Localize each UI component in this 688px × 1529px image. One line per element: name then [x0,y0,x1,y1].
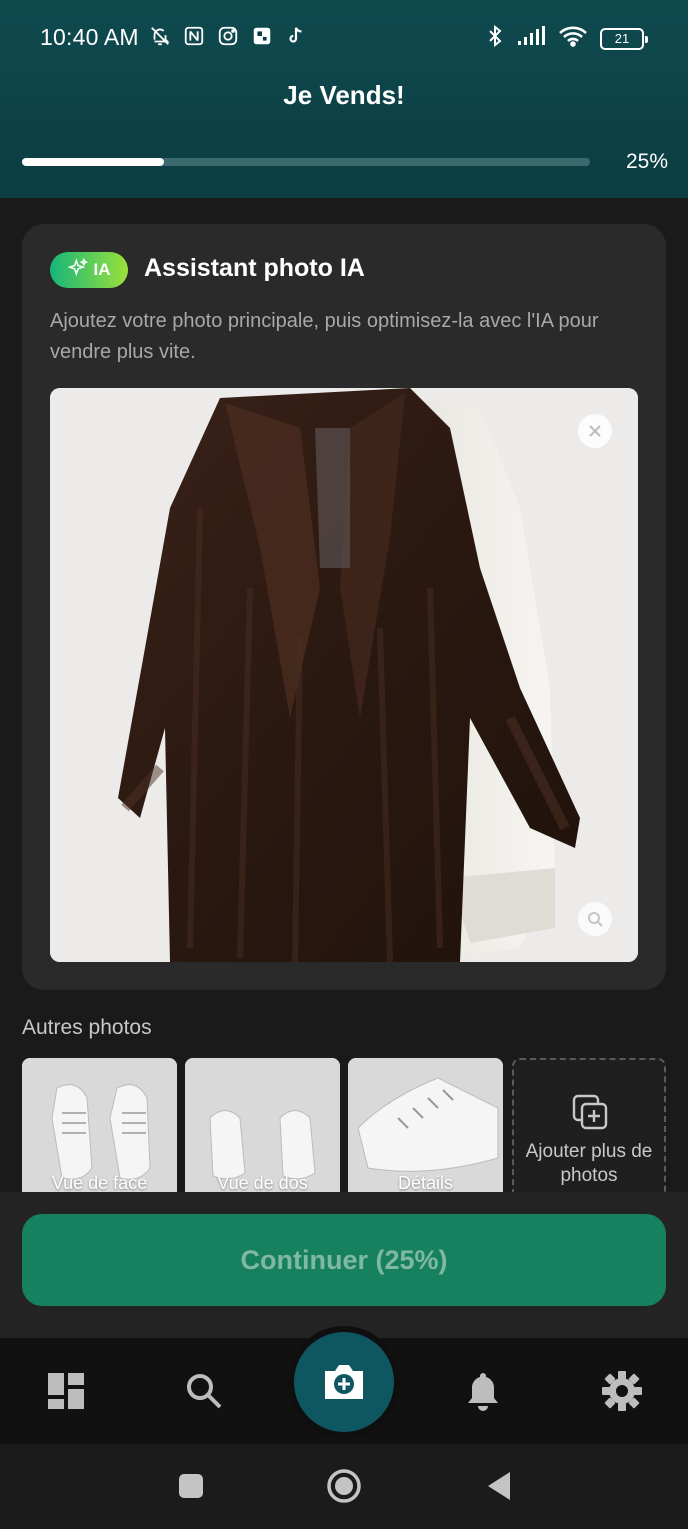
camera-add-icon [325,1365,363,1399]
battery-icon: 21 [600,27,648,50]
other-photos-label: Autres photos [22,1016,152,1039]
app-header: 10:40 AM 21 Je Vends! 25% [0,0,688,198]
remove-photo-button[interactable] [578,414,612,448]
thumbnail-details[interactable]: Détails [348,1058,503,1192]
other-photos-list: Vue de face Vue de dos Détails Ajouter p… [22,1058,666,1192]
ai-card-description: Ajoutez votre photo principale, puis opt… [50,310,599,363]
back-button[interactable] [480,1468,516,1504]
battery-level: 21 [614,31,630,46]
sparkle-icon [66,257,88,283]
nav-search[interactable] [181,1368,227,1414]
thumbnail-label: Détails [397,1173,454,1192]
progress-fill [22,158,164,166]
zoom-icon [588,912,603,927]
continue-button[interactable]: Continuer (25%) [22,1214,666,1306]
recents-button[interactable] [173,1468,209,1504]
home-icon [327,1469,361,1503]
system-navigation-bar [0,1444,688,1529]
thumbnail-front[interactable]: Vue de face [22,1058,177,1192]
main-photo[interactable] [50,388,638,962]
nav-sell-camera[interactable] [288,1326,400,1438]
nav-notifications[interactable] [460,1368,506,1414]
instagram-icon [216,24,240,48]
nav-settings[interactable] [599,1368,645,1414]
sneaker-details-image [348,1058,503,1192]
ai-badge-label: IA [93,260,111,279]
ai-badge: IA [50,252,128,288]
settings-icon [602,1371,642,1411]
sneakers-front-image [22,1058,177,1192]
wifi-icon [558,25,588,52]
nfc-icon [182,24,206,48]
bell-icon [468,1373,498,1411]
dashboard-icon [48,1373,84,1409]
add-more-photos-label: Ajouter plus de photos [525,1141,653,1186]
mute-icon [148,24,172,48]
tiktok-icon [284,24,308,48]
add-more-photos-button[interactable]: Ajouter plus de photos [512,1058,666,1192]
notification-icons [148,24,308,48]
sneakers-back-image [185,1058,340,1192]
bottom-navigation [0,1326,688,1444]
progress-percent: 25% [625,150,668,173]
nav-dashboard[interactable] [43,1368,89,1414]
close-icon [589,425,601,437]
add-photo-icon [572,1094,608,1130]
status-time: 10:40 AM [40,24,139,50]
home-button[interactable] [326,1468,362,1504]
signal-icon [516,25,546,52]
thumbnail-label: Vue de face [51,1173,148,1192]
ai-card-title: Assistant photo IA [144,254,365,282]
thumbnail-back[interactable]: Vue de dos [185,1058,340,1192]
continue-area: Continuer (25%) [0,1192,688,1338]
bluetooth-icon [486,24,504,53]
search-icon [187,1374,222,1409]
recents-icon [179,1474,203,1498]
thumbnail-label: Vue de dos [217,1173,308,1192]
back-icon [488,1472,510,1500]
fur-coat-image [50,388,638,962]
status-bar: 10:40 AM 21 [0,0,688,76]
progress-bar [22,158,590,166]
system-icons: 21 [486,24,648,53]
app-icon [250,24,274,48]
zoom-photo-button[interactable] [578,902,612,936]
page-title: Je Vends! [283,80,405,110]
ai-photo-assistant-card: IA Assistant photo IA Ajoutez votre phot… [22,224,666,990]
